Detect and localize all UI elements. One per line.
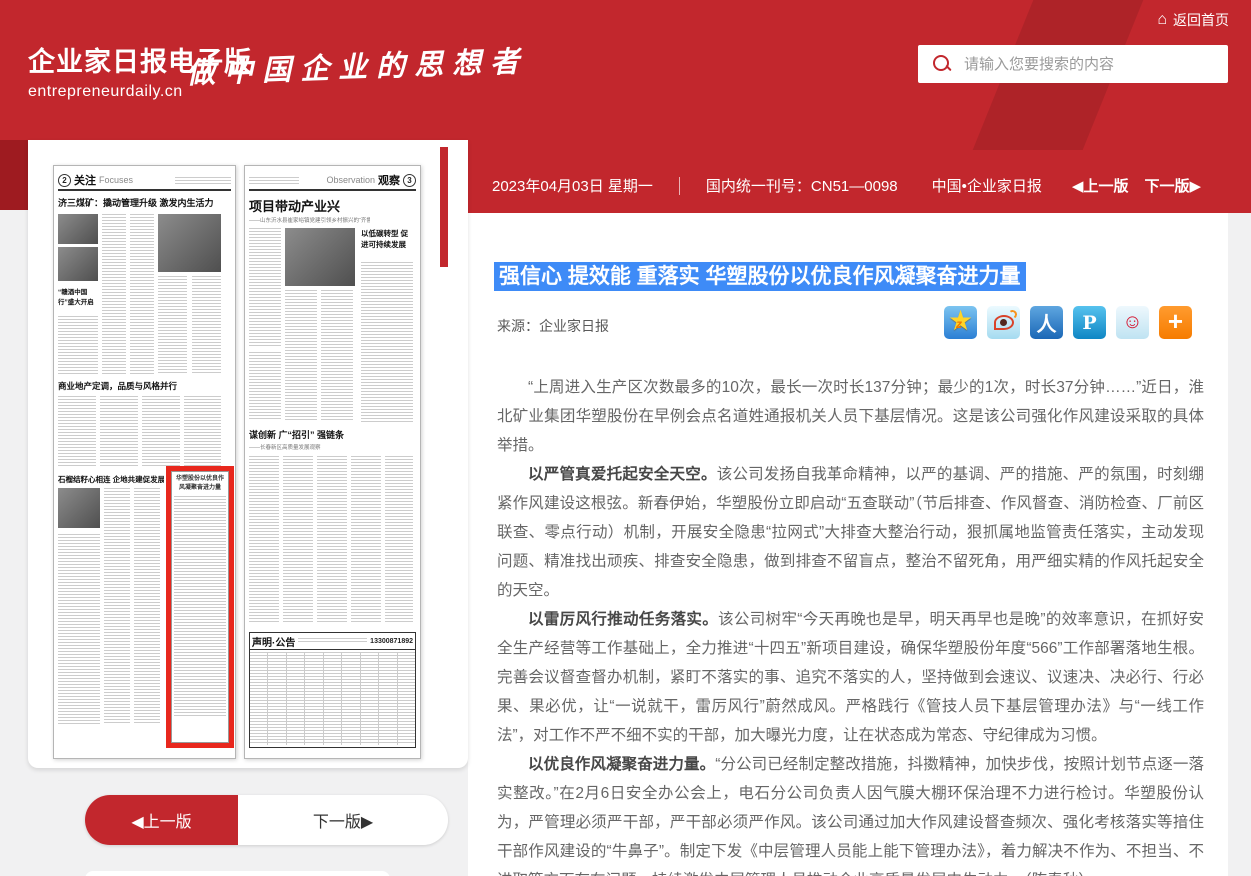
date-bar-divider — [679, 177, 680, 195]
article-title: 强信心 提效能 重落实 华塑股份以优良作风凝聚奋进力量 — [494, 260, 1026, 290]
page2-headline-2: “赣酒中国行”盛大开启 — [58, 286, 100, 306]
home-icon: ⌂ — [1157, 12, 1167, 28]
page-thumbnail[interactable]: 2 关注 Focuses 济三煤矿：撬动管理升级 激发内生活力 “赣酒中国行”盛… — [53, 165, 421, 759]
page2-photo-3 — [158, 214, 221, 272]
share-more-icon[interactable]: + — [1159, 306, 1192, 339]
page2-headline-4: 石榴结籽心相连 企地共建促发展 — [58, 474, 164, 485]
article-body: “上周进入生产区次数最多的10次，最长一次时长137分钟；最少的1次，时长37分… — [497, 373, 1204, 876]
share-qzone-icon[interactable]: ★z — [944, 306, 977, 339]
page3-number-icon: 3 — [403, 174, 416, 187]
article-paragraph: 以雷厉风行推动任务落实。该公司树牢“今天再晚也是早，明天再早也是晚”的效率意识，… — [497, 605, 1204, 750]
share-kaixin-icon[interactable]: ☺ — [1116, 306, 1149, 339]
page2-section-en: Focuses — [99, 175, 133, 185]
page2-photo-2 — [58, 247, 98, 281]
current-article-thumb: 华塑股份以优良作风凝聚奋进力量 — [171, 471, 229, 743]
issue-number: 国内统一刊号：CN51—0098 — [706, 175, 898, 196]
below-card-edge — [85, 871, 390, 876]
share-bar: ★z 人 P ☺ + — [944, 306, 1192, 339]
page2-masthead: 2 关注 Focuses — [58, 171, 231, 191]
search-input[interactable] — [964, 56, 1228, 73]
article-title-highlight: 强信心 提效能 重落实 华塑股份以优良作风凝聚奋进力量 — [494, 262, 1026, 291]
page3-headline-2: 以低碳转型 促进可持续发展 — [361, 228, 413, 250]
article-paragraph: 以严管真爱托起安全天空。该公司发扬自我革命精神，以严的基调、严的措施、严的氛围，… — [497, 460, 1204, 605]
page2-headline-3: 商业地产定调，品质与风格并行 — [58, 380, 231, 392]
prev-page-button[interactable]: ◀上一版 — [85, 795, 238, 845]
page2-photo-1 — [58, 214, 98, 244]
search-icon[interactable] — [932, 54, 952, 74]
share-renren-icon[interactable]: 人 — [1030, 306, 1063, 339]
home-link[interactable]: ⌂ 返回首页 — [1157, 10, 1229, 30]
date-bar: 2023年04月03日 星期一 国内统一刊号：CN51—0098 中国•企业家日… — [468, 140, 1251, 213]
thumbnail-page-3[interactable]: Observation 观察 3 项目带动产业兴 ——山东沂水县崔家峪镇党建引领… — [244, 165, 421, 759]
page-nav-buttons: ◀上一版 下一版▶ — [85, 795, 448, 845]
page2-section-cn: 关注 — [74, 172, 96, 188]
ads-phone: 13300871892 — [370, 638, 413, 645]
paper-name: 中国•企业家日报 — [932, 175, 1042, 196]
article-paragraph: “上周进入生产区次数最多的10次，最长一次时长137分钟；最少的1次，时长37分… — [497, 373, 1204, 460]
page3-section-cn: 观察 — [378, 172, 400, 188]
page-thumbnail-card: 2 关注 Focuses 济三煤矿：撬动管理升级 激发内生活力 “赣酒中国行”盛… — [28, 140, 468, 768]
prev-page-link[interactable]: ◀上一版 — [1072, 175, 1129, 196]
qzone-z-glyph: z — [956, 317, 962, 331]
ads-title: 声明·公告 — [252, 634, 295, 649]
page3-section-en: Observation — [326, 175, 375, 185]
article-source: 来源：企业家日报 — [497, 316, 609, 336]
current-article-highlight[interactable]: 华塑股份以优良作风凝聚奋进力量 — [166, 466, 234, 748]
header: ⌂ 返回首页 企业家日报电子版 entrepreneurdaily.cn 做中国… — [0, 0, 1251, 140]
page3-ads-section: 声明·公告 13300871892 — [249, 632, 416, 748]
thumbnail-page-2[interactable]: 2 关注 Focuses 济三煤矿：撬动管理升级 激发内生活力 “赣酒中国行”盛… — [53, 165, 236, 759]
search-bar — [918, 45, 1228, 83]
page3-subtitle-3: ——长春新区高质量发展观察 — [249, 443, 321, 451]
page2-number-icon: 2 — [58, 174, 71, 187]
weibo-flame-glyph — [1007, 309, 1017, 319]
page2-headline-1: 济三煤矿：撬动管理升级 激发内生活力 — [58, 196, 231, 209]
article-panel: 强信心 提效能 重落实 华塑股份以优良作风凝聚奋进力量 来源：企业家日报 ★z … — [468, 213, 1228, 876]
page-root: ⌂ 返回首页 企业家日报电子版 entrepreneurdaily.cn 做中国… — [0, 0, 1251, 876]
page3-photo-1 — [285, 228, 355, 286]
page2-photo-4 — [58, 488, 100, 528]
page3-masthead: Observation 观察 3 — [249, 171, 416, 191]
page2-masthead-info — [175, 177, 231, 184]
article-paragraph: 以优良作风凝聚奋进力量。“分公司已经制定整改措施，抖擞精神，加快步伐，按照计划节… — [497, 750, 1204, 876]
thumbnail-scrollbar[interactable] — [440, 147, 448, 267]
page3-headline-1: 项目带动产业兴 — [249, 196, 340, 215]
page3-masthead-info — [249, 177, 299, 184]
page3-headline-3: 谋创新 广“招引” 强链条 — [249, 428, 344, 441]
next-page-link[interactable]: 下一版▶ — [1144, 175, 1201, 196]
share-pengyou-icon[interactable]: P — [1073, 306, 1106, 339]
current-article-thumb-title: 华塑股份以优良作风凝聚奋进力量 — [174, 475, 226, 493]
date-text: 2023年04月03日 星期一 — [492, 175, 653, 196]
home-link-label: 返回首页 — [1173, 10, 1229, 30]
next-page-button[interactable]: 下一版▶ — [238, 795, 448, 845]
share-weibo-icon[interactable] — [987, 306, 1020, 339]
page3-subtitle-1: ——山东沂水县崔家峪镇党建引领乡村振兴的“齐鲁样板” — [249, 216, 370, 224]
